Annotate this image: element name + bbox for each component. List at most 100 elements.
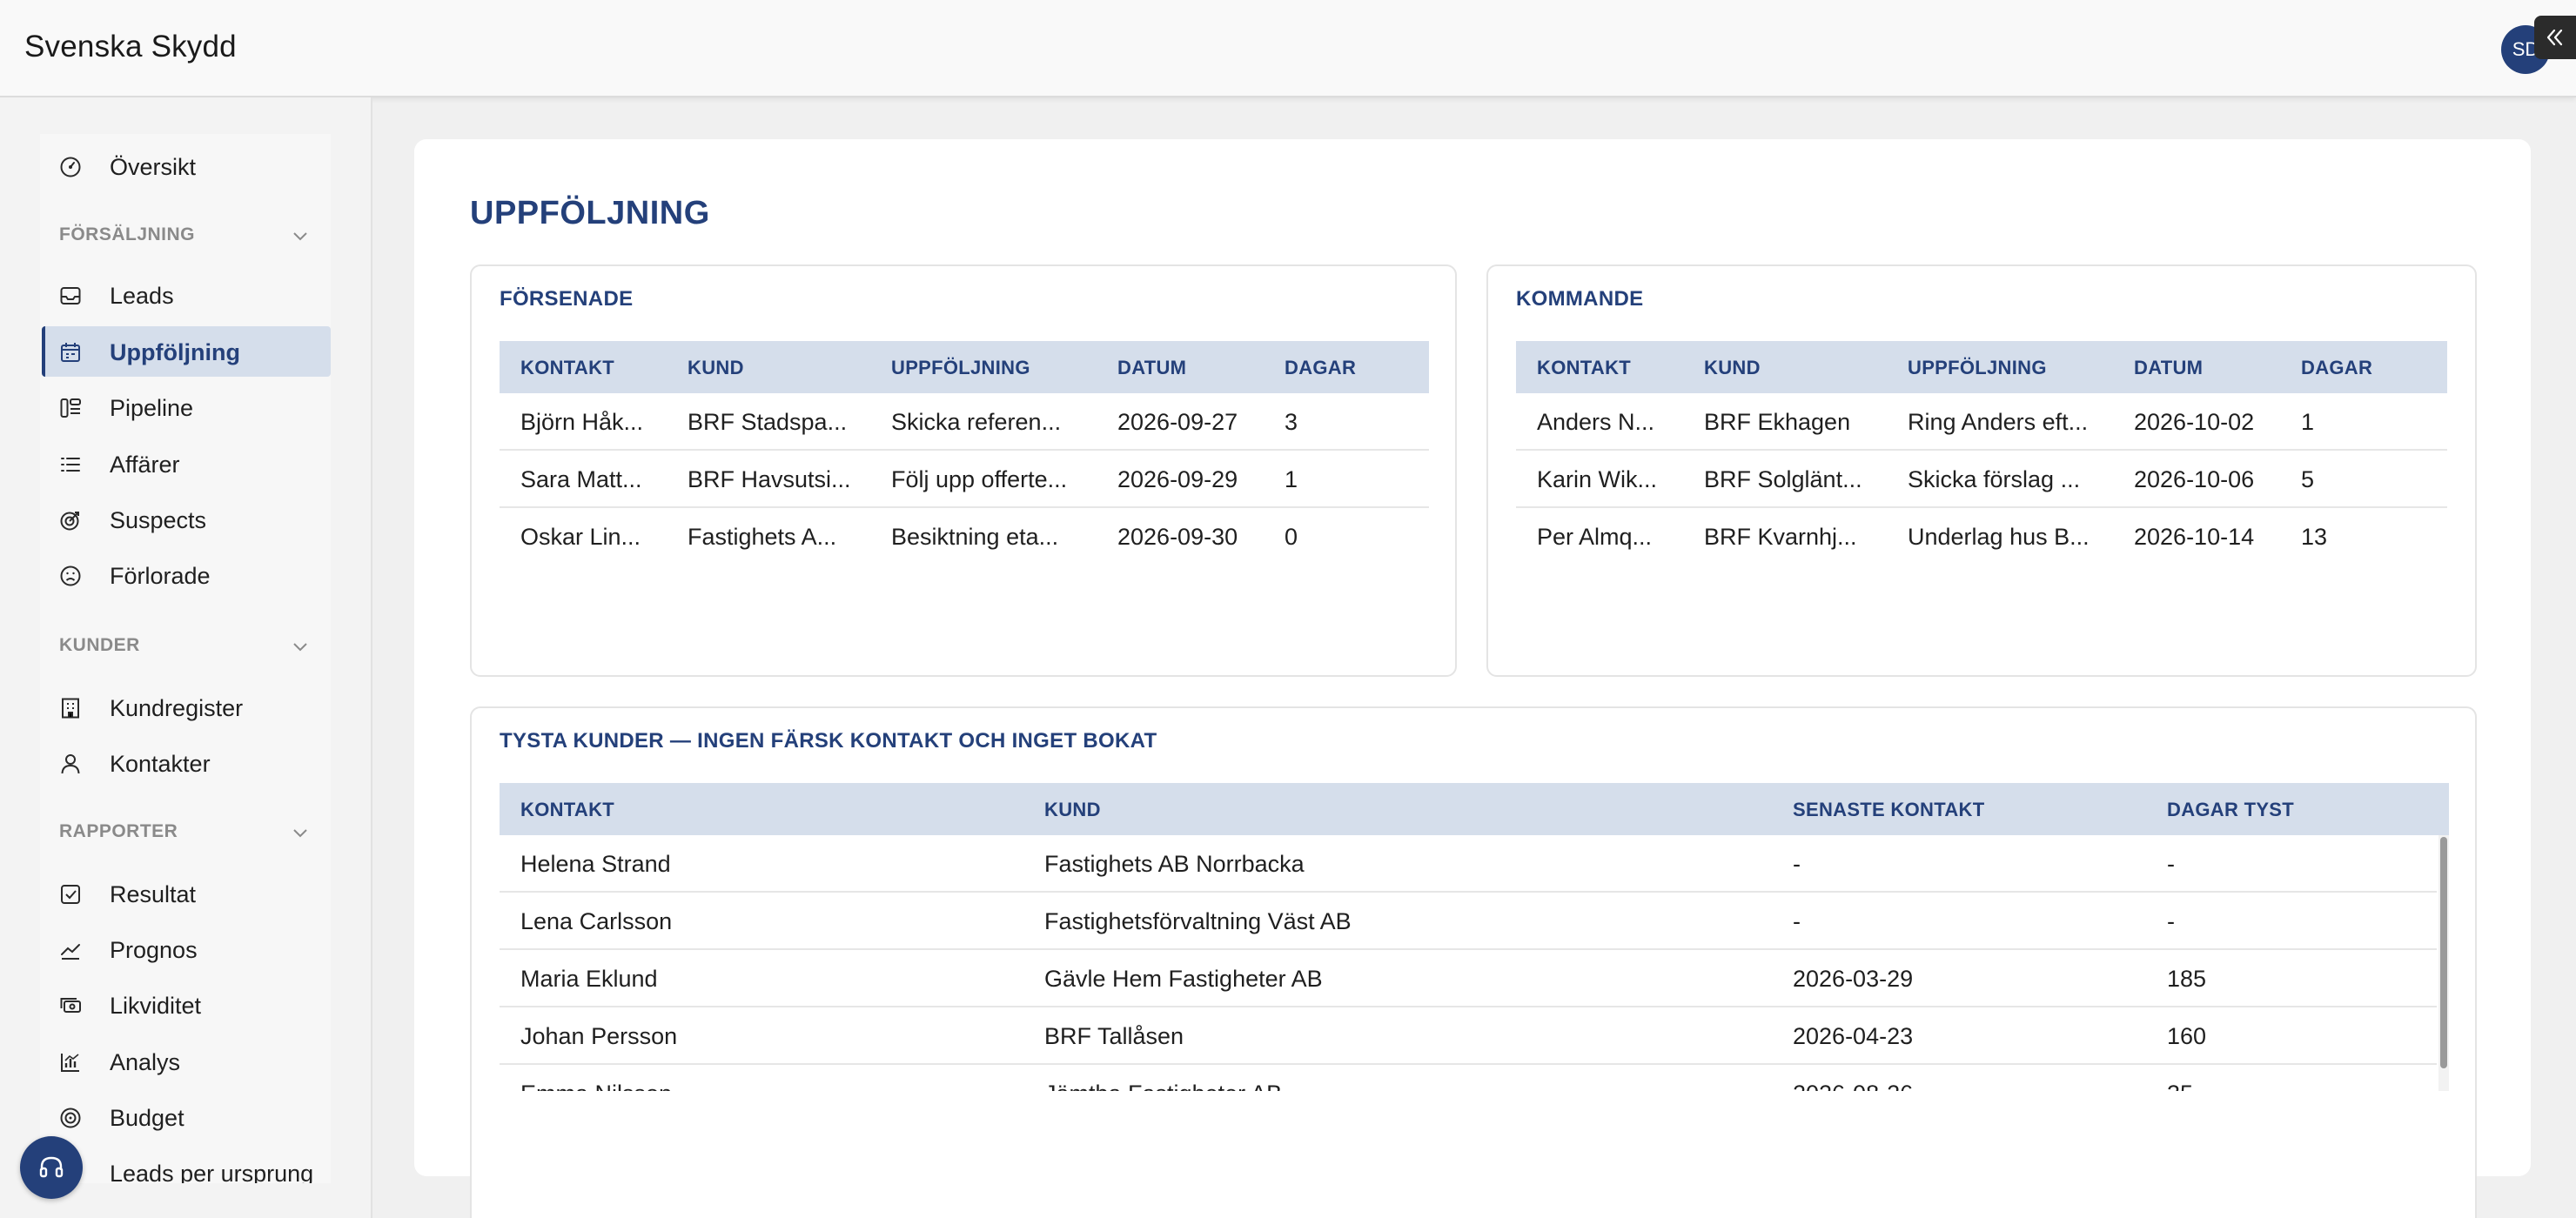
silent-customers-table[interactable]: KONTAKT KUND SENASTE KONTAKT DAGAR TYST … [500,783,2449,1091]
cell-dagar: 0 [1285,524,1298,550]
table-row[interactable]: Oskar Lin... Fastighets A... Besiktning … [500,508,1429,566]
sidebar-item-label: Översikt [110,154,197,180]
sidebar-item-label: Kundregister [110,695,244,721]
trend-line-icon [61,944,80,960]
support-button[interactable] [20,1136,83,1199]
column-header-senaste-kontakt[interactable]: SENASTE KONTAKT [1793,799,1984,821]
cell-kund: Fastighets A... [688,524,837,550]
column-header-kontakt[interactable]: KONTAKT [520,799,614,821]
column-header-uppfoljning[interactable]: UPPFÖLJNING [891,357,1030,379]
sidebar-item-leads[interactable]: Leads [42,270,331,320]
cell-dagar-tyst: 35 [2167,1081,2193,1091]
sidebar-item-resultat[interactable]: Resultat [42,868,331,919]
section-kunder[interactable]: KUNDER [59,635,331,661]
cell-kontakt: Anders N... [1537,409,1655,435]
sidebar-item-likviditet[interactable]: Likviditet [42,980,331,1030]
sidebar-item-label: Analys [110,1049,181,1075]
table-row[interactable]: Maria Eklund Gävle Hem Fastigheter AB 20… [500,950,2437,1007]
cell-dagar-tyst: - [2167,908,2175,934]
column-header-kund[interactable]: KUND [1704,357,1761,379]
column-header-dagar-tyst[interactable]: DAGAR TYST [2167,799,2294,821]
sidebar-item-suspects[interactable]: Suspects [42,494,331,545]
table-row[interactable]: Karin Wik... BRF Solglänt... Skicka förs… [1516,451,2447,508]
sidebar-item-label: Suspects [110,507,207,533]
table-scrollbar[interactable] [2438,835,2449,1091]
cell-kontakt: Emma Nilsson [520,1081,672,1091]
cell-kontakt: Sara Matt... [520,466,642,492]
sidebar-item-uppfoljning[interactable]: Uppföljning [42,326,331,377]
sidebar-item-prognos[interactable]: Prognos [42,924,331,974]
sidebar-item-oversikt[interactable]: Översikt [42,141,331,191]
cell-senaste-kontakt: - [1793,908,1801,934]
section-forsaljning[interactable]: FÖRSÄLJNING [59,224,331,251]
sidebar-item-analys[interactable]: Analys [42,1036,331,1087]
cell-datum: 2026-09-27 [1117,409,1238,435]
cell-uppfoljning: Underlag hus B... [1908,524,2090,550]
panel-title: TYSTA KUNDER — INGEN FÄRSK KONTAKT OCH I… [500,729,1157,753]
sidebar-item-label: Leads [110,283,174,309]
column-header-kund[interactable]: KUND [1044,799,1101,821]
table-row[interactable]: Per Almq... BRF Kvarnhj... Underlag hus … [1516,508,2447,566]
column-header-dagar[interactable]: DAGAR [1285,357,1356,379]
cell-uppfoljning: Besiktning eta... [891,524,1059,550]
column-header-dagar[interactable]: DAGAR [2301,357,2372,379]
cell-dagar-tyst: 185 [2167,966,2207,992]
cell-kontakt: Helena Strand [520,851,671,877]
sidebar-item-label: Pipeline [110,395,194,421]
user-icon [61,754,80,774]
checkbox-icon [61,885,80,904]
cell-kontakt: Karin Wik... [1537,466,1658,492]
table-header: KONTAKT KUND UPPFÖLJNING DATUM DAGAR [1516,341,2447,393]
chevron-down-icon [293,829,307,838]
kanban-icon [60,398,81,418]
table-row[interactable]: Anders N... BRF Ekhagen Ring Anders eft.… [1516,393,2447,451]
table-row[interactable]: Helena Strand Fastighets AB Norrbacka - … [500,835,2437,893]
page-title: UPPFÖLJNING [470,195,710,231]
table-row[interactable]: Björn Håk... BRF Stadspa... Skicka refer… [500,393,1429,451]
target-circle-icon [60,1108,81,1128]
main-content-card: UPPFÖLJNING FÖRSENADE KONTAKT KUND UPPFÖ… [414,139,2531,1218]
sidebar-item-label: Uppföljning [110,339,240,365]
sidebar-item-forlorade[interactable]: Förlorade [42,550,331,600]
column-header-kontakt[interactable]: KONTAKT [1537,357,1631,379]
chevron-down-icon [293,643,307,652]
cell-uppfoljning: Skicka förslag ... [1908,466,2081,492]
section-label: FÖRSÄLJNING [59,224,196,244]
cell-dagar: 13 [2301,524,2328,550]
column-header-datum[interactable]: DATUM [2134,357,2203,379]
column-header-uppfoljning[interactable]: UPPFÖLJNING [1908,357,2047,379]
collapse-panel-button[interactable] [2534,16,2576,59]
sidebar-item-kundregister[interactable]: Kundregister [42,682,331,733]
sidebar-item-affarer[interactable]: Affärer [42,438,331,489]
cell-dagar-tyst: - [2167,851,2175,877]
table-row[interactable]: Sara Matt... BRF Havsutsi... Följ upp of… [500,451,1429,508]
cell-kund: Fastighetsförvaltning Väst AB [1044,908,1352,934]
sidebar-item-kontakter[interactable]: Kontakter [42,738,331,788]
sidebar-item-leads-per-ursprung[interactable]: Leads per ursprung [42,1148,331,1183]
cell-datum: 2026-10-02 [2134,409,2255,435]
cell-kontakt: Johan Persson [520,1023,678,1049]
cell-kund: Fastighets AB Norrbacka [1044,851,1305,877]
section-label: RAPPORTER [59,821,178,841]
cell-kund: Jämtba Fastigheter AB [1044,1081,1282,1091]
sad-face-icon [60,566,81,586]
double-chevron-left-icon [2546,29,2563,46]
table-row[interactable]: Lena Carlsson Fastighetsförvaltning Väst… [500,893,2437,950]
cell-senaste-kontakt: 2026-08-26 [1793,1081,1913,1091]
section-rapporter[interactable]: RAPPORTER [59,821,331,847]
table-row[interactable]: Emma Nilsson Jämtba Fastigheter AB 2026-… [500,1065,2437,1091]
sidebar-item-budget[interactable]: Budget [42,1092,331,1142]
panel-title: KOMMANDE [1516,287,1644,311]
sidebar-item-pipeline[interactable]: Pipeline [42,382,331,432]
column-header-kontakt[interactable]: KONTAKT [520,357,614,379]
cell-senaste-kontakt: 2026-04-23 [1793,1023,1914,1049]
column-header-kund[interactable]: KUND [688,357,744,379]
scrollbar-thumb[interactable] [2440,837,2447,1068]
column-header-datum[interactable]: DATUM [1117,357,1186,379]
cell-uppfoljning: Följ upp offerte... [891,466,1068,492]
overdue-panel: FÖRSENADE KONTAKT KUND UPPFÖLJNING DATUM… [470,264,1457,677]
sidebar-item-label: Leads per ursprung [110,1161,314,1183]
table-row[interactable]: Johan Persson BRF Tallåsen 2026-04-23 16… [500,1007,2437,1065]
sidebar-item-label: Affärer [110,452,180,478]
cell-uppfoljning: Ring Anders eft... [1908,409,2089,435]
